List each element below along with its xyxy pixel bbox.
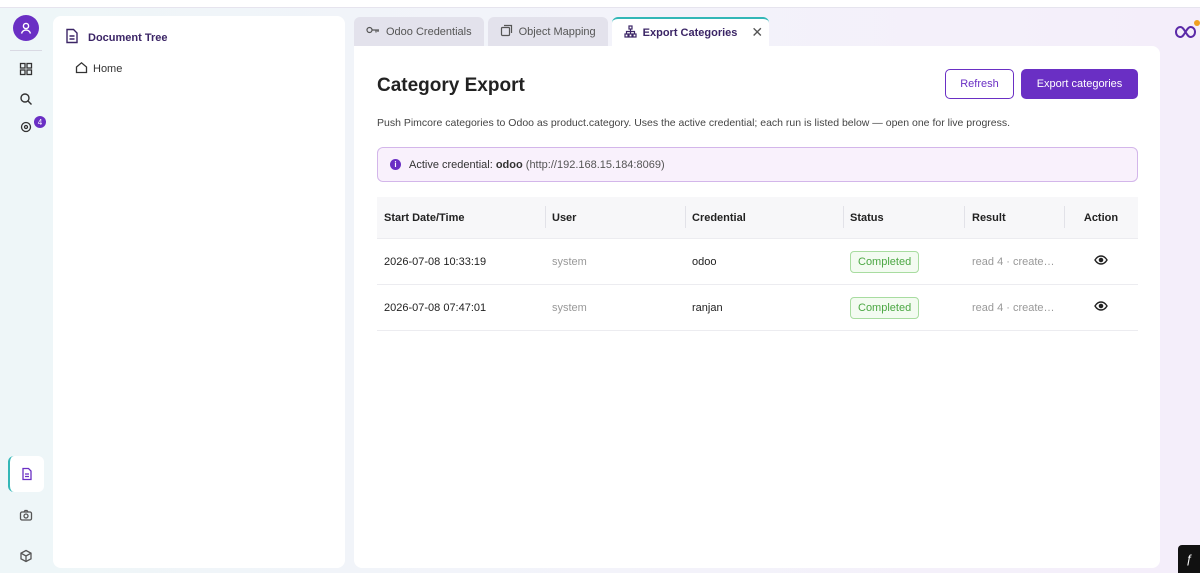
user-avatar-icon[interactable] [13, 15, 39, 41]
search-icon[interactable] [8, 84, 44, 114]
data-objects-cube-icon[interactable] [8, 541, 44, 571]
document-tree-header: Document Tree [65, 28, 167, 47]
refresh-button[interactable]: Refresh [945, 69, 1014, 99]
assets-camera-icon[interactable] [8, 500, 44, 530]
page-title: Category Export [377, 75, 525, 96]
start-datetime-cell: 2026-07-08 10:33:19 [384, 255, 487, 268]
tab-label: Export Categories [642, 26, 738, 39]
export-runs-table: Start Date/Time User Credential Status R… [377, 197, 1138, 331]
column-header[interactable]: Credential [685, 205, 843, 228]
user-cell: system [552, 301, 587, 314]
column-header[interactable]: Start Date/Time [377, 212, 545, 224]
status-badge: Completed [850, 296, 920, 319]
active-credential-alert: i Active credential: odoo (http://192.16… [377, 147, 1138, 182]
tree-item-label: Home [93, 63, 123, 75]
tab-object-mapping[interactable]: Object Mapping [487, 17, 608, 46]
result-cell: read 4 · create… [972, 301, 1055, 314]
alert-text: Active credential: odoo (http://192.168.… [409, 159, 665, 171]
tab-export-categories[interactable]: Export Categories ✕ [611, 17, 770, 46]
page-description: Push Pimcore categories to Odoo as produ… [377, 117, 1011, 129]
notification-badge: 4 [34, 116, 46, 128]
tab-label: Object Mapping [518, 25, 596, 38]
info-icon: i [390, 159, 401, 170]
user-cell: system [552, 255, 587, 268]
main-content: Category Export Refresh Export categorie… [354, 46, 1160, 568]
start-datetime-cell: 2026-07-08 07:47:01 [384, 301, 487, 314]
credential-url: (http://192.168.15.184:8069) [525, 158, 665, 171]
table-row[interactable]: 2026-07-08 07:47:01 system ranjan Comple… [377, 285, 1138, 331]
alert-prefix: Active credential: [409, 158, 493, 171]
tab-odoo-credentials[interactable]: Odoo Credentials [354, 17, 484, 46]
dashboard-icon[interactable] [8, 54, 44, 84]
document-tree-panel: Document Tree Home [53, 16, 345, 568]
rail-divider [10, 50, 42, 51]
view-eye-icon[interactable] [1064, 255, 1138, 268]
left-rail: 4 [0, 8, 52, 573]
document-icon [65, 28, 79, 47]
layers-icon [500, 24, 513, 40]
top-bar [0, 0, 1200, 8]
sitemap-icon [624, 24, 637, 41]
home-icon [75, 61, 88, 77]
key-icon [366, 25, 380, 38]
column-header[interactable]: Result [964, 205, 1064, 228]
status-badge: Completed [850, 250, 920, 273]
table-row[interactable]: 2026-07-08 10:33:19 system odoo Complete… [377, 239, 1138, 285]
result-cell: read 4 · create… [972, 255, 1055, 268]
column-header[interactable]: Status [843, 205, 964, 228]
document-tree-title: Document Tree [88, 31, 168, 44]
close-tab-icon[interactable]: ✕ [751, 24, 763, 41]
export-categories-button[interactable]: Export categories [1021, 69, 1138, 99]
documents-icon[interactable] [8, 456, 44, 492]
column-header[interactable]: User [545, 205, 685, 228]
credential-cell: odoo [692, 255, 717, 268]
table-header: Start Date/Time User Credential Status R… [377, 197, 1138, 239]
credential-cell: ranjan [692, 301, 723, 314]
symfony-toolbar-icon[interactable]: ƒ [1178, 545, 1200, 573]
tab-bar: Odoo Credentials Object Mapping Export C… [354, 17, 770, 46]
column-header: Action [1064, 205, 1138, 228]
brand-logo-icon [1172, 20, 1200, 45]
credential-name: odoo [495, 158, 523, 171]
notifications-icon[interactable]: 4 [8, 112, 46, 142]
tree-item-home[interactable]: Home [75, 61, 122, 77]
tab-label: Odoo Credentials [386, 25, 472, 38]
view-eye-icon[interactable] [1064, 301, 1138, 314]
